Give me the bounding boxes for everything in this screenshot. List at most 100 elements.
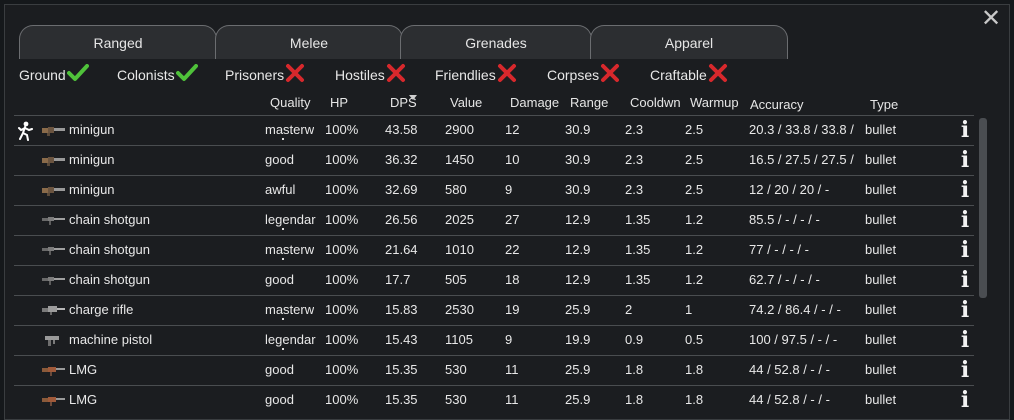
info-icon[interactable]: i [958, 238, 972, 262]
cell-value: 530 [445, 362, 467, 377]
filter-corpses[interactable]: Corpses [547, 63, 620, 87]
cell-damage: 11 [505, 362, 519, 377]
tab-grenades[interactable]: Grenades [400, 25, 592, 59]
filter-prisoners[interactable]: Prisoners [225, 63, 305, 87]
cell-range: 25.9 [565, 302, 591, 317]
info-icon[interactable]: i [958, 118, 972, 142]
weapon-name[interactable]: chain shotgun [69, 272, 150, 287]
cell-damage: 9 [505, 332, 513, 347]
col-value[interactable]: Value [450, 95, 482, 110]
cell-quality: masterw [265, 302, 315, 317]
table-row[interactable]: minigun awful 100% 32.69 580 9 30.9 2.3 2.5 12 / … [14, 175, 974, 205]
info-icon[interactable]: i [958, 388, 972, 412]
info-icon[interactable]: i [958, 178, 972, 202]
cell-warmup: 1.8 [685, 392, 704, 407]
filter-ground[interactable]: Ground [19, 63, 89, 87]
weapon-name[interactable]: minigun [69, 152, 115, 167]
cell-value: 1010 [445, 242, 474, 257]
cell-cooldown: 0.9 [625, 332, 644, 347]
table-row[interactable]: minigun good 100% 36.32 1450 10 30.9 2.3 2.5 16.5… [14, 145, 974, 175]
tab-apparel[interactable]: Apparel [590, 25, 788, 59]
filter-craftable[interactable]: Craftable [650, 63, 728, 87]
info-icon[interactable]: i [958, 298, 972, 322]
scrollbar[interactable] [977, 116, 989, 416]
cell-hp: 100% [325, 122, 359, 137]
cell-cooldown: 1.35 [625, 272, 651, 287]
cell-hp: 100% [325, 302, 359, 317]
col-cooldown[interactable]: Cooldwn [630, 95, 681, 110]
table-row[interactable]: minigun masterw 100% 43.58 2900 12 30.9 2.3 2.5 2… [14, 115, 974, 145]
filter-bar: Ground Colonists Prisoners Hostiles Frie… [19, 63, 779, 87]
cell-cooldown: 2.3 [625, 182, 644, 197]
info-icon[interactable]: i [958, 208, 972, 232]
cell-range: 30.9 [565, 122, 591, 137]
close-button[interactable]: ✕ [981, 7, 1001, 31]
col-damage[interactable]: Damage [510, 95, 559, 110]
table-row[interactable]: LMG good 100% 15.35 530 11 25.9 1.8 1.8 44 / 52.8… [14, 355, 974, 385]
table-row[interactable]: charge rifle masterw 100% 15.83 2530 19 25.9 2 1… [14, 295, 974, 325]
weapon-list: minigun masterw 100% 43.58 2900 12 30.9 2.3 2.5 2… [14, 115, 974, 415]
info-icon[interactable]: i [958, 328, 972, 352]
cell-hp: 100% [325, 182, 359, 197]
weapon-name[interactable]: chain shotgun [69, 242, 150, 257]
filter-hostiles[interactable]: Hostiles [335, 63, 406, 87]
col-range[interactable]: Range [570, 95, 608, 110]
weapon-name[interactable]: LMG [69, 392, 97, 407]
cell-damage: 12 [505, 122, 520, 137]
info-icon[interactable]: i [958, 268, 972, 292]
cell-cooldown: 1.8 [625, 392, 644, 407]
col-type[interactable]: Type [870, 97, 898, 112]
filter-label: Craftable [650, 67, 707, 84]
cross-icon [600, 63, 620, 90]
shotgun-icon [40, 213, 66, 227]
cell-dps: 36.32 [385, 152, 418, 167]
info-icon[interactable]: i [958, 358, 972, 382]
lmg-icon [40, 393, 66, 407]
cell-accuracy: 74.2 / 86.4 / - / - [749, 302, 841, 317]
cell-quality: legendar [265, 332, 316, 347]
col-warmup[interactable]: Warmup [690, 95, 739, 110]
table-row[interactable]: chain shotgun masterw 100% 21.64 1010 22 12.9 1… [14, 235, 974, 265]
cross-icon [285, 63, 305, 90]
table-row[interactable]: LMG good 100% 15.35 530 11 25.9 1.8 1.8 44 / 52.8… [14, 385, 974, 415]
cell-hp: 100% [325, 332, 359, 347]
info-icon[interactable]: i [958, 148, 972, 172]
cell-type: bullet [865, 332, 897, 347]
filter-friendlies[interactable]: Friendlies [435, 63, 517, 87]
shotgun-icon [40, 243, 66, 257]
table-row[interactable]: chain shotgun legendar 100% 26.56 2025 27 12.9… [14, 205, 974, 235]
cell-warmup: 1.2 [685, 272, 704, 287]
table-row[interactable]: chain shotgun good 100% 17.7 505 18 12.9 1.35 1.… [14, 265, 974, 295]
cell-dps: 15.43 [385, 332, 418, 347]
scrollbar-thumb[interactable] [979, 118, 987, 298]
weapon-name[interactable]: minigun [69, 182, 115, 197]
col-accuracy[interactable]: Accuracy [750, 97, 803, 112]
weapon-name[interactable]: machine pistol [69, 332, 152, 347]
weapon-name[interactable]: chain shotgun [69, 212, 150, 227]
col-hp[interactable]: HP [330, 95, 348, 110]
charge-rifle-icon [40, 303, 66, 317]
weapon-name[interactable]: LMG [69, 362, 97, 377]
cell-hp: 100% [325, 362, 359, 377]
cell-value: 2025 [445, 212, 474, 227]
cell-type: bullet [865, 392, 897, 407]
cell-range: 19.9 [565, 332, 591, 347]
filter-colonists[interactable]: Colonists [117, 63, 198, 87]
cell-cooldown: 1.35 [625, 212, 651, 227]
cell-hp: 100% [325, 272, 359, 287]
tab-melee[interactable]: Melee [215, 25, 403, 59]
tab-ranged[interactable]: Ranged [19, 25, 217, 59]
cell-warmup: 1 [685, 302, 693, 317]
col-quality[interactable]: Quality [270, 95, 310, 110]
weapon-name[interactable]: charge rifle [69, 302, 133, 317]
cell-warmup: 2.5 [685, 182, 704, 197]
table-row[interactable]: machine pistol legendar 100% 15.43 1105 9 19.9… [14, 325, 974, 355]
cross-icon [497, 63, 517, 90]
cell-warmup: 2.5 [685, 152, 704, 167]
cell-damage: 11 [505, 392, 519, 407]
weapon-name[interactable]: minigun [69, 122, 115, 137]
cell-value: 505 [445, 272, 467, 287]
cell-accuracy: 44 / 52.8 / - / - [749, 392, 830, 407]
cell-type: bullet [865, 182, 897, 197]
cell-quality: legendar [265, 212, 316, 227]
